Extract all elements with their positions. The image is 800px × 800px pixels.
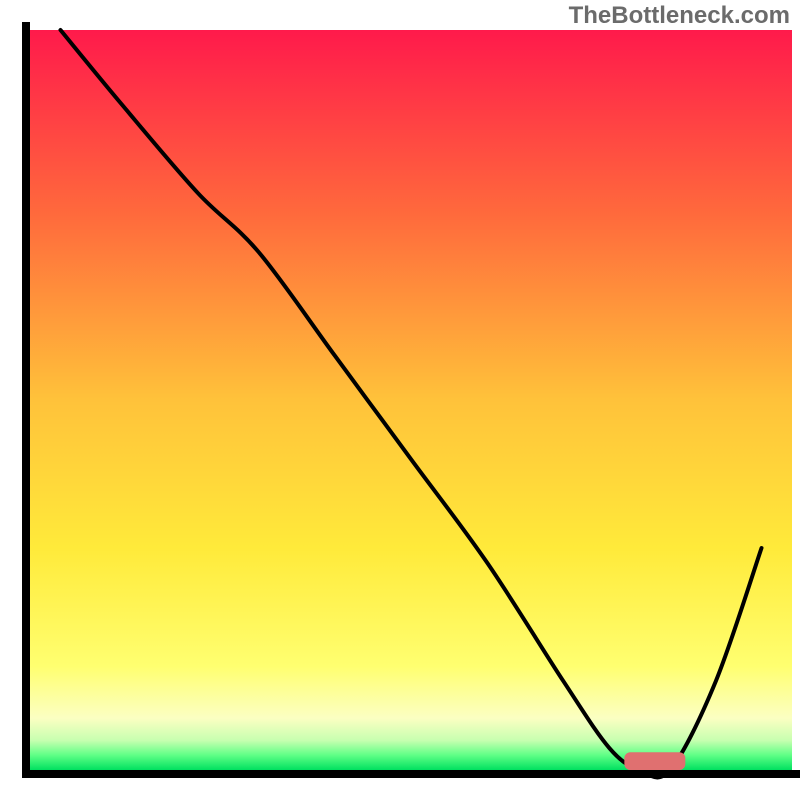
watermark-text: TheBottleneck.com [569, 2, 790, 30]
chart-container: TheBottleneck.com [0, 0, 800, 800]
bottleneck-chart [0, 0, 800, 800]
optimum-marker [624, 752, 685, 770]
x-axis [22, 770, 800, 778]
plot-background [30, 30, 792, 770]
y-axis [22, 22, 30, 778]
